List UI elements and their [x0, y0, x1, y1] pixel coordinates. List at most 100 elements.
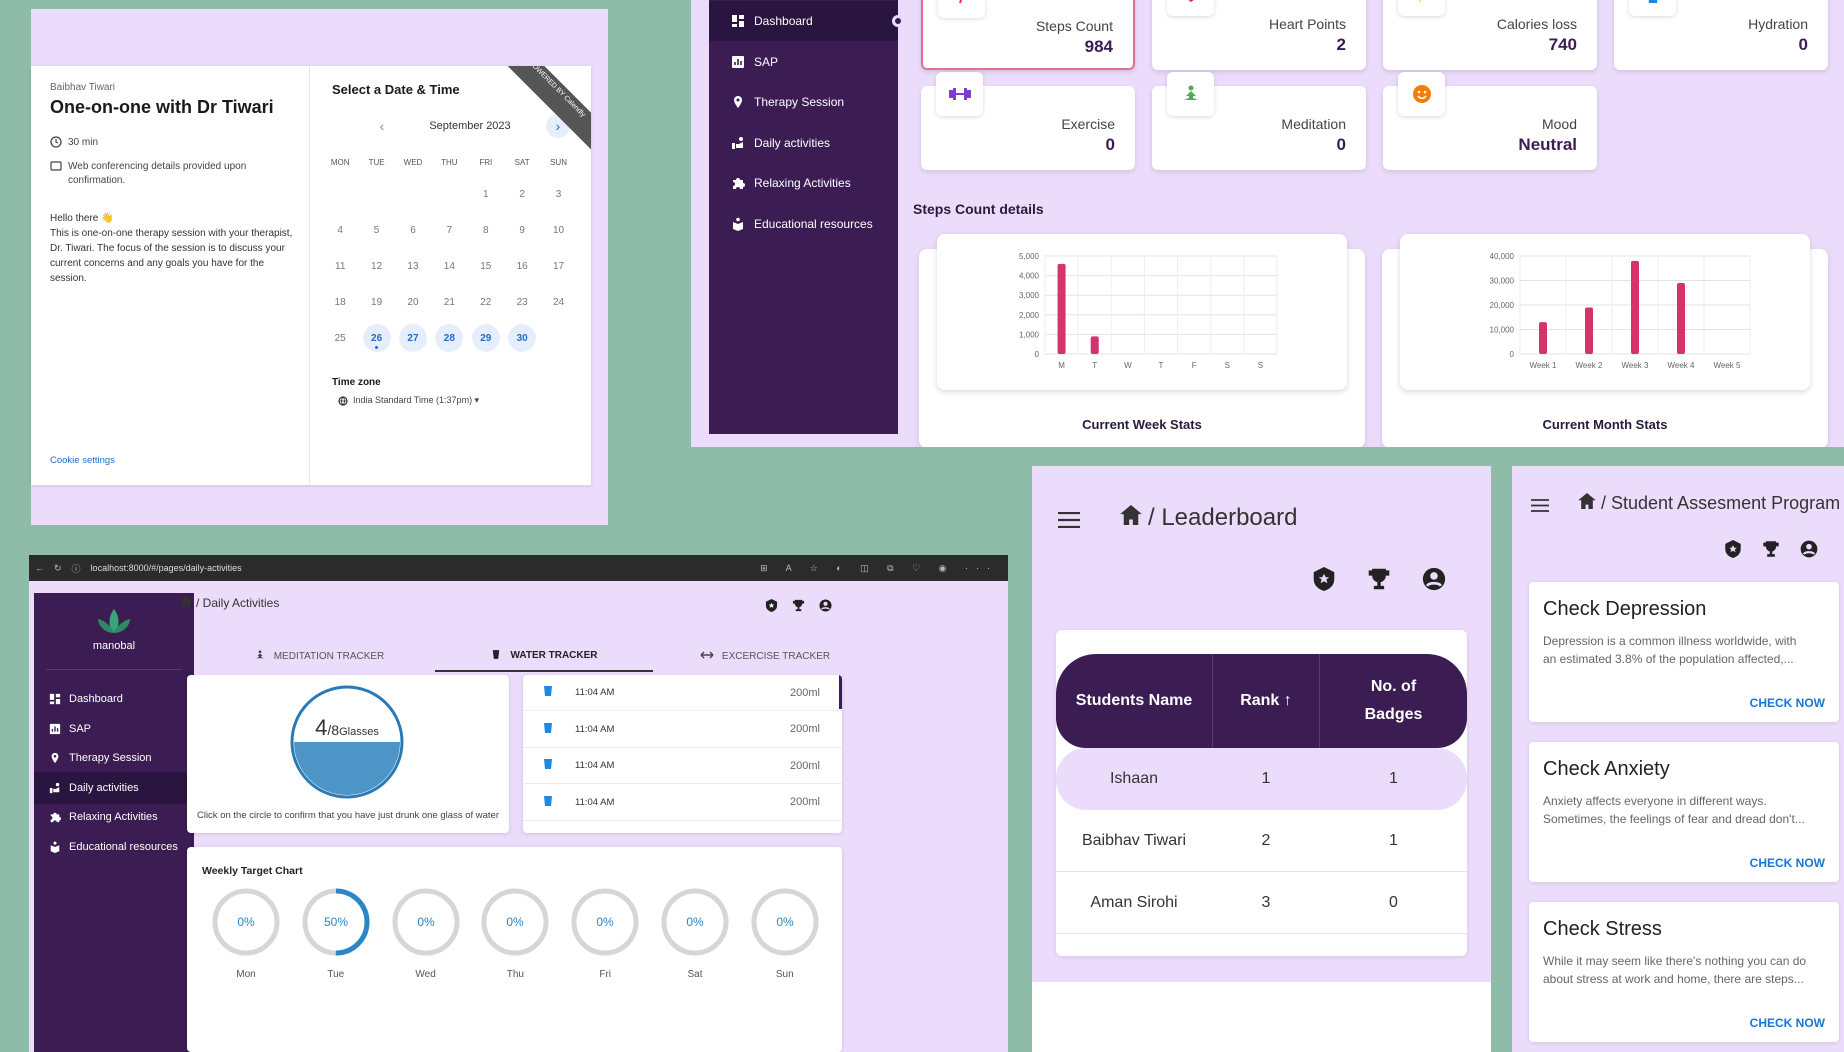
- stat-card-exercise[interactable]: Exercise 0: [921, 72, 1135, 170]
- water-hint: Click on the circle to confirm that you …: [196, 810, 500, 821]
- stat-label: Hydration: [1748, 16, 1808, 32]
- bar[interactable]: [1631, 260, 1639, 354]
- trophy-icon[interactable]: [792, 599, 805, 617]
- tab-meditation-tracker[interactable]: MEDITATION TRACKER: [209, 640, 429, 672]
- sidebar-item-dashboard[interactable]: Dashboard: [34, 683, 194, 715]
- timezone-select[interactable]: India Standard Time (1:37pm) ▾: [338, 395, 479, 406]
- sidebar-item-sap[interactable]: SAP: [34, 713, 194, 745]
- calendar-day[interactable]: 27: [395, 320, 431, 356]
- home-icon[interactable]: [1120, 504, 1142, 532]
- chart-icon: [49, 723, 61, 735]
- greeting: Hello there 👋: [50, 213, 114, 224]
- education-icon: [731, 217, 745, 231]
- stat-label: Exercise: [1061, 116, 1115, 132]
- header-rank[interactable]: Rank ↑: [1212, 654, 1320, 748]
- bar[interactable]: [1539, 322, 1547, 354]
- sidebar-item-therapy-session[interactable]: Therapy Session: [709, 82, 898, 122]
- y-tick-label: 30,000: [1490, 277, 1515, 286]
- home-icon[interactable]: [180, 596, 192, 610]
- calendly-ribbon[interactable]: POWERED BY Calendly: [494, 66, 591, 152]
- x-tick-label: S: [1258, 361, 1263, 370]
- sidebar-item-educational-resources[interactable]: Educational resources: [709, 204, 898, 244]
- y-tick-label: 0: [1035, 350, 1040, 359]
- calendar-day[interactable]: 26: [358, 320, 394, 356]
- conferencing-row: Web conferencing details provided upon c…: [50, 160, 290, 188]
- account-icon[interactable]: [819, 599, 832, 617]
- stat-card-heart-points[interactable]: Heart Points 2: [1152, 0, 1366, 70]
- sidebar-item-dashboard[interactable]: Dashboard: [709, 1, 904, 41]
- check-now-button[interactable]: CHECK NOW: [1750, 856, 1825, 870]
- check-now-button[interactable]: CHECK NOW: [1750, 696, 1825, 710]
- trophy-icon[interactable]: [1367, 567, 1391, 596]
- stat-card-steps-count[interactable]: Steps Count 984: [921, 0, 1135, 70]
- bar[interactable]: [1677, 282, 1685, 354]
- badge-icon[interactable]: [1312, 567, 1336, 596]
- month-label: September 2023: [429, 120, 511, 132]
- stat-card-calories-loss[interactable]: Calories loss 740: [1383, 0, 1597, 70]
- bar[interactable]: [1585, 307, 1593, 354]
- account-icon[interactable]: [1800, 540, 1818, 563]
- calendar-day[interactable]: 28: [431, 320, 467, 356]
- sidebar-item-sap[interactable]: SAP: [709, 42, 898, 82]
- week-chart-caption: Current Week Stats: [1082, 417, 1202, 432]
- y-tick-label: 3,000: [1019, 291, 1040, 300]
- stat-card-meditation[interactable]: Meditation 0: [1152, 72, 1366, 170]
- cup-icon: [1629, 0, 1676, 16]
- weekly-title: Weekly Target Chart: [202, 865, 303, 877]
- home-icon[interactable]: [1578, 493, 1596, 514]
- back-icon[interactable]: ←: [35, 563, 44, 573]
- prev-month-button[interactable]: ‹: [370, 114, 394, 138]
- tab-label: EXCERCISE TRACKER: [721, 650, 831, 662]
- sidebar-item-daily-activities[interactable]: Daily activities: [34, 771, 200, 804]
- account-icon[interactable]: [1422, 567, 1446, 596]
- calendar-day: 1: [468, 176, 504, 212]
- log-time: 11:04 AM: [575, 687, 615, 698]
- activity-icon: [49, 782, 61, 794]
- water-glass-circle[interactable]: 4/8Glasses: [290, 685, 404, 799]
- log-time: 11:04 AM: [575, 760, 615, 771]
- stat-card-mood[interactable]: Mood Neutral: [1383, 72, 1597, 170]
- url-text[interactable]: localhost:8000/#/pages/daily-activities: [91, 563, 242, 573]
- header-students-name[interactable]: Students Name: [1056, 654, 1212, 748]
- cookie-settings-link[interactable]: Cookie settings: [50, 455, 115, 466]
- trophy-icon[interactable]: [1762, 540, 1780, 563]
- bar[interactable]: [1057, 263, 1066, 354]
- ring-percent: 0%: [686, 915, 704, 929]
- weekday-label: Sun: [775, 969, 794, 980]
- event-title: One-on-one with Dr Tiwari: [50, 97, 274, 117]
- sidebar-item-relaxing-activities[interactable]: Relaxing Activities: [34, 801, 194, 833]
- badge-icon[interactable]: [765, 599, 778, 617]
- dashboard-panel: Dashboard SAP Therapy Session Daily activit…: [691, 0, 1844, 447]
- log-scrollbar[interactable]: [839, 675, 842, 709]
- badge-icon[interactable]: [1724, 540, 1742, 563]
- calendar-empty-cell: [358, 176, 394, 212]
- day-number: 1: [482, 188, 489, 200]
- week-chart-svg: 0 1,000 2,000 3,000 4,000 5,000 M T W T F S S: [1019, 252, 1278, 370]
- menu-icon[interactable]: [1531, 499, 1549, 517]
- tab-water-tracker[interactable]: WATER TRACKER: [435, 640, 653, 672]
- browser-extension-icons[interactable]: ⊞ A ☆ ◐ ◫ ⧉ ♡ ◉ ···: [760, 563, 998, 574]
- table-row[interactable]: Baibhav Tiwari 2 1: [1056, 810, 1467, 872]
- calendar-day[interactable]: 29: [468, 320, 504, 356]
- calendar-day[interactable]: 30: [504, 320, 540, 356]
- header-badges[interactable]: No. of Badges: [1320, 654, 1467, 748]
- leaderboard-title: / Leaderboard: [1148, 504, 1298, 531]
- stat-label: Meditation: [1281, 116, 1346, 132]
- menu-icon[interactable]: [1058, 511, 1080, 533]
- day-number: 17: [552, 260, 565, 272]
- stat-card-hydration[interactable]: Hydration 0: [1614, 0, 1828, 70]
- sidebar-item-therapy-session[interactable]: Therapy Session: [34, 742, 194, 774]
- weekday-header: THU: [441, 158, 458, 167]
- tab-excercise-tracker[interactable]: EXCERCISE TRACKER: [657, 640, 873, 672]
- weekday-header: SUN: [550, 158, 567, 167]
- sidebar-item-educational-resources[interactable]: Educational resources: [34, 831, 194, 863]
- table-row[interactable]: Aman Sirohi 3 0: [1056, 872, 1467, 934]
- stat-value: 740: [1548, 35, 1577, 54]
- sidebar-item-daily-activities[interactable]: Daily activities: [709, 123, 898, 163]
- table-row[interactable]: Ishaan 1 1: [1056, 748, 1467, 810]
- reload-icon[interactable]: ↻: [54, 563, 62, 574]
- sidebar-item-relaxing-activities[interactable]: Relaxing Activities: [709, 163, 898, 203]
- y-tick-label: 40,000: [1490, 252, 1515, 261]
- bar[interactable]: [1090, 336, 1099, 354]
- check-now-button[interactable]: CHECK NOW: [1750, 1016, 1825, 1030]
